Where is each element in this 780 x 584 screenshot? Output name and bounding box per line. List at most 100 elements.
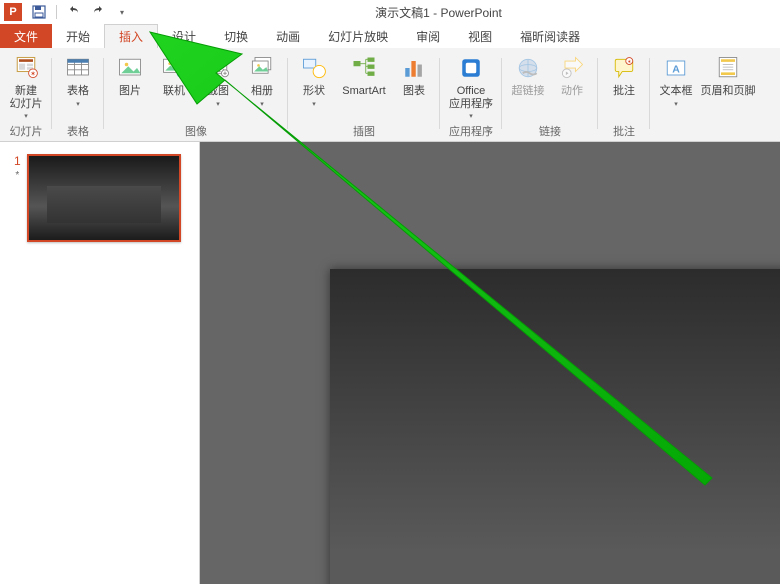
action-button[interactable]: 动作	[552, 52, 592, 98]
group-comments: ✶ 批注 批注	[598, 48, 650, 141]
header-footer-icon	[712, 52, 744, 84]
table-label: 表格	[67, 85, 89, 98]
slide-canvas[interactable]	[200, 142, 780, 584]
textbox-button[interactable]: A 文本框 ▾	[656, 52, 696, 108]
shapes-label: 形状	[303, 85, 325, 98]
screenshot-label: 截图	[207, 85, 229, 98]
textbox-label: 文本框	[660, 85, 693, 98]
group-apps: Office 应用程序 ▾ 应用程序	[440, 48, 502, 141]
comment-icon: ✶	[608, 52, 640, 84]
slide-thumbnail-panel: 1 *	[0, 142, 200, 584]
smartart-icon	[348, 52, 380, 84]
tab-view[interactable]: 视图	[454, 24, 506, 48]
table-icon	[62, 52, 94, 84]
slide-modified-star: *	[15, 170, 19, 181]
pictures-button[interactable]: 图片	[110, 52, 150, 98]
ribbon-tabs: 文件 开始 插入 设计 切换 动画 幻灯片放映 审阅 视图 福昕阅读器	[0, 24, 780, 48]
smartart-button[interactable]: SmartArt	[338, 52, 390, 98]
group-links-label: 链接	[539, 123, 561, 139]
group-text: A 文本框 ▾ 页眉和页脚	[650, 48, 762, 141]
app-logo: P	[4, 3, 22, 21]
new-slide-icon: ✶	[10, 52, 42, 84]
group-links: 超链接 动作 链接	[502, 48, 598, 141]
online-pictures-icon	[158, 52, 190, 84]
workspace: 1 *	[0, 142, 780, 584]
chart-icon	[398, 52, 430, 84]
hyperlink-label: 超链接	[512, 85, 545, 98]
pictures-label: 图片	[119, 85, 141, 98]
group-apps-label: 应用程序	[449, 123, 493, 139]
smartart-label: SmartArt	[342, 85, 385, 98]
window-title: 演示文稿1 - PowerPoint	[131, 4, 776, 21]
pictures-icon	[114, 52, 146, 84]
slide-thumbnail-1[interactable]: 1 *	[14, 154, 185, 242]
hyperlink-button[interactable]: 超链接	[508, 52, 548, 98]
tab-animations[interactable]: 动画	[262, 24, 314, 48]
comment-label: 批注	[613, 85, 635, 98]
tab-design[interactable]: 设计	[158, 24, 210, 48]
textbox-icon: A	[660, 52, 692, 84]
office-apps-button[interactable]: Office 应用程序 ▾	[446, 52, 496, 120]
tab-review[interactable]: 审阅	[402, 24, 454, 48]
group-comments-label: 批注	[613, 123, 635, 139]
svg-text:A: A	[672, 63, 680, 75]
album-label: 相册	[251, 85, 273, 98]
group-images: 图片 联机 截图 ▾ 相册 ▾	[104, 48, 288, 141]
screenshot-button[interactable]: 截图 ▾	[198, 52, 238, 108]
qat-customize-icon[interactable]: ▾	[113, 3, 131, 21]
title-bar: P ▾ 演示文稿1 - PowerPoint	[0, 0, 780, 24]
dropdown-icon: ▾	[24, 112, 28, 120]
tab-file[interactable]: 文件	[0, 24, 52, 48]
online-pictures-label: 联机	[163, 85, 185, 98]
undo-icon[interactable]	[65, 3, 83, 21]
group-illustrations-label: 插图	[353, 123, 375, 139]
group-images-label: 图像	[185, 123, 207, 139]
album-icon	[246, 52, 278, 84]
dropdown-icon: ▾	[76, 100, 80, 108]
dropdown-icon: ▾	[260, 100, 264, 108]
online-pictures-button[interactable]: 联机	[154, 52, 194, 98]
header-footer-label: 页眉和页脚	[701, 85, 756, 98]
slide-number-text: 1	[14, 154, 21, 168]
tab-home[interactable]: 开始	[52, 24, 104, 48]
action-label: 动作	[561, 85, 583, 98]
new-slide-label: 新建 幻灯片	[10, 85, 43, 110]
slide-thumb-content	[47, 186, 161, 223]
shapes-icon	[298, 52, 330, 84]
group-tables: 表格 ▾ 表格	[52, 48, 104, 141]
office-apps-label: Office 应用程序	[449, 85, 493, 110]
group-slides: ✶ 新建 幻灯片 ▾ 幻灯片	[0, 48, 52, 141]
qat-separator	[56, 5, 57, 19]
group-illustrations: 形状 ▾ SmartArt 图表 插图	[288, 48, 440, 141]
svg-text:✶: ✶	[627, 60, 631, 66]
comment-button[interactable]: ✶ 批注	[604, 52, 644, 98]
office-apps-icon	[455, 52, 487, 84]
new-slide-button[interactable]: ✶ 新建 幻灯片 ▾	[6, 52, 46, 120]
chart-label: 图表	[403, 85, 425, 98]
dropdown-icon: ▾	[216, 100, 220, 108]
group-text-label	[704, 127, 707, 139]
slide-thumbnail[interactable]	[27, 154, 181, 242]
group-tables-label: 表格	[67, 123, 89, 139]
group-slides-label: 幻灯片	[10, 123, 43, 139]
dropdown-icon: ▾	[674, 100, 678, 108]
slide-number: 1 *	[14, 154, 21, 181]
tab-insert[interactable]: 插入	[104, 24, 158, 48]
table-button[interactable]: 表格 ▾	[58, 52, 98, 108]
screenshot-icon	[202, 52, 234, 84]
save-icon[interactable]	[30, 3, 48, 21]
tab-foxit[interactable]: 福昕阅读器	[506, 24, 594, 48]
hyperlink-icon	[512, 52, 544, 84]
shapes-button[interactable]: 形状 ▾	[294, 52, 334, 108]
header-footer-button[interactable]: 页眉和页脚	[700, 52, 756, 98]
slide-preview[interactable]	[330, 269, 780, 584]
album-button[interactable]: 相册 ▾	[242, 52, 282, 108]
chart-button[interactable]: 图表	[394, 52, 434, 98]
action-icon	[556, 52, 588, 84]
tab-slideshow[interactable]: 幻灯片放映	[314, 24, 402, 48]
ribbon: ✶ 新建 幻灯片 ▾ 幻灯片 表格 ▾ 表格	[0, 48, 780, 142]
redo-icon[interactable]	[89, 3, 107, 21]
tab-transitions[interactable]: 切换	[210, 24, 262, 48]
quick-access-toolbar: ▾	[30, 3, 131, 21]
dropdown-icon: ▾	[312, 100, 316, 108]
